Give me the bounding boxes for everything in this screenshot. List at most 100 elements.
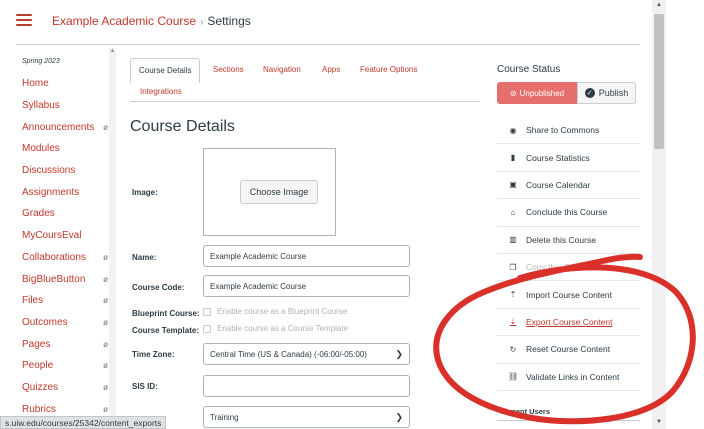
nav-item-syllabus[interactable]: Syllabus — [22, 95, 108, 117]
nav-item-announcements[interactable]: Announcements ø — [22, 116, 108, 138]
timezone-select[interactable]: Central Time (US & Canada) (-06:00/-05:0… — [203, 343, 410, 365]
sis-id-label: SIS ID: — [132, 382, 158, 391]
reset-course-content-link[interactable]: ↻ Reset Course Content — [497, 336, 640, 364]
nav-item-pages[interactable]: Pages ø — [22, 333, 108, 355]
sidebar-item-label: Validate Links in Content — [526, 371, 620, 382]
sis-id-input[interactable] — [203, 375, 410, 397]
nav-item-label: Announcements — [22, 121, 95, 133]
sidebar-item-label: Share to Commons — [526, 125, 600, 136]
nav-item-grades[interactable]: Grades — [22, 203, 108, 225]
nav-item-label: Assignments — [22, 186, 80, 198]
nav-item-label: BigBlueButton — [22, 273, 86, 285]
trash-icon: ▥ — [509, 235, 517, 245]
nav-item-outcomes[interactable]: Outcomes ø — [22, 312, 108, 334]
nav-item-bigbluebutton[interactable]: BigBlueButton ø — [22, 268, 108, 290]
publish-label: Publish — [598, 88, 629, 98]
chevron-down-icon: ❯ — [395, 411, 403, 422]
nav-item-label: Discussions — [22, 165, 76, 177]
nav-item-mycourseval[interactable]: MyCoursEval — [22, 225, 108, 247]
course-calendar-link[interactable]: ▣ Course Calendar — [497, 172, 640, 200]
copy-this-course-link[interactable]: ❐ Copy this Course — [497, 254, 640, 282]
term-label: Spring 2023 — [22, 58, 60, 65]
hamburger-menu-icon[interactable] — [16, 14, 32, 26]
nav-item-modules[interactable]: Modules — [22, 138, 108, 160]
breadcrumb-separator: › — [200, 17, 204, 28]
eye-slash-icon: ø — [103, 317, 108, 327]
link-preview-status: s.uiw.edu/courses/25342/content_exports — [0, 416, 167, 429]
blueprint-label: Blueprint Course: — [132, 309, 200, 318]
choose-image-button[interactable]: Choose Image — [240, 180, 318, 204]
header-divider — [16, 44, 640, 45]
sidebar-item-label: Course Calendar — [526, 179, 591, 190]
unpublished-icon: ⊘ — [509, 88, 517, 98]
template-checkbox[interactable] — [203, 324, 211, 333]
tab-navigation[interactable]: Navigation — [263, 65, 301, 74]
nav-item-label: Modules — [22, 143, 60, 155]
course-code-input[interactable]: Example Academic Course — [203, 275, 410, 297]
nav-item-label: Home — [22, 78, 49, 90]
course-statistics-link[interactable]: ▮ Course Statistics — [497, 144, 640, 172]
delete-this-course-link[interactable]: ▥ Delete this Course — [497, 227, 640, 254]
share-to-commons-link[interactable]: ◉ Share to Commons — [497, 117, 640, 145]
blueprint-checkbox[interactable] — [203, 307, 211, 316]
reset-icon: ↻ — [509, 344, 517, 354]
course-name-input[interactable]: Example Academic Course — [203, 245, 410, 267]
subaccount-value: Training — [210, 412, 239, 422]
nav-item-label: Collaborations — [22, 251, 86, 263]
sidebar-item-label: Copy this Course — [526, 262, 592, 273]
nav-item-files[interactable]: Files ø — [22, 290, 108, 312]
blueprint-option[interactable]: Enable course as a Blueprint Course — [203, 307, 347, 316]
nav-scrollbar[interactable] — [109, 48, 116, 418]
scroll-down-arrow[interactable]: ▼ — [652, 419, 666, 425]
export-course-content-link[interactable]: ⇣ Export Course Content — [497, 309, 640, 337]
sidebar-item-label: Export Course Content — [526, 316, 613, 327]
commons-icon: ◉ — [509, 125, 517, 135]
course-code-label: Course Code: — [132, 283, 185, 292]
course-navigation: Spring 2023 Home Syllabus Announcements ø Mo… — [22, 58, 108, 420]
tab-feature-options[interactable]: Feature Options — [360, 65, 417, 74]
nav-item-label: Files — [22, 295, 44, 307]
eye-slash-icon: ø — [103, 339, 108, 349]
template-label: Course Template: — [132, 326, 199, 335]
nav-item-discussions[interactable]: Discussions — [22, 160, 108, 182]
page-title: Course Details — [130, 118, 235, 135]
check-circle-icon: ✓ — [584, 88, 595, 98]
nav-item-label: People — [22, 360, 54, 372]
sidebar-item-label: Course Statistics — [526, 152, 590, 163]
publish-button[interactable]: ✓ Publish — [577, 82, 636, 104]
name-label: Name: — [132, 253, 157, 262]
nav-item-people[interactable]: People ø — [22, 355, 108, 377]
nav-item-quizzes[interactable]: Quizzes ø — [22, 377, 108, 399]
tab-course-details[interactable]: Course Details — [130, 58, 201, 83]
nav-item-assignments[interactable]: Assignments — [22, 181, 108, 203]
nav-scroll-up-arrow[interactable]: ▲ — [109, 48, 116, 54]
eye-slash-icon: ø — [103, 296, 108, 306]
course-status-title: Course Status — [497, 64, 561, 75]
import-course-content-link[interactable]: ⇡ Import Course Content — [497, 281, 640, 309]
unpublished-button[interactable]: ⊘ Unpublished — [497, 82, 577, 104]
tab-integrations[interactable]: Integrations — [140, 87, 182, 96]
scroll-up-arrow[interactable]: ▲ — [652, 2, 666, 8]
subaccount-select[interactable]: Training ❯ — [203, 406, 410, 428]
bar-chart-icon: ▮ — [510, 153, 516, 163]
template-option[interactable]: Enable course as a Course Template — [203, 324, 348, 333]
sidebar-item-label: Conclude this Course — [526, 207, 608, 218]
tabs-divider — [130, 101, 480, 102]
nav-item-home[interactable]: Home — [22, 73, 108, 95]
sidebar-item-label: Delete this Course — [526, 234, 596, 245]
tab-apps[interactable]: Apps — [322, 65, 340, 74]
validate-links-in-content-link[interactable]: ⛓ Validate Links in Content — [497, 364, 640, 391]
tab-sections[interactable]: Sections — [213, 65, 244, 74]
current-users-heading: Current Users — [500, 407, 551, 416]
eye-slash-icon: ø — [103, 361, 108, 371]
sidebar-item-label: Import Course Content — [526, 289, 612, 300]
page-scrollbar-thumb[interactable] — [654, 14, 664, 149]
breadcrumb-course-link[interactable]: Example Academic Course — [52, 14, 196, 28]
breadcrumb: Example Academic Course › Settings — [52, 14, 251, 28]
nav-item-label: Outcomes — [22, 316, 68, 328]
calendar-icon: ▣ — [509, 180, 517, 190]
breadcrumb-current: Settings — [207, 14, 251, 28]
nav-item-collaborations[interactable]: Collaborations ø — [22, 247, 108, 269]
nav-item-label: Quizzes — [22, 381, 59, 393]
conclude-this-course-link[interactable]: ⌂ Conclude this Course — [497, 199, 640, 227]
